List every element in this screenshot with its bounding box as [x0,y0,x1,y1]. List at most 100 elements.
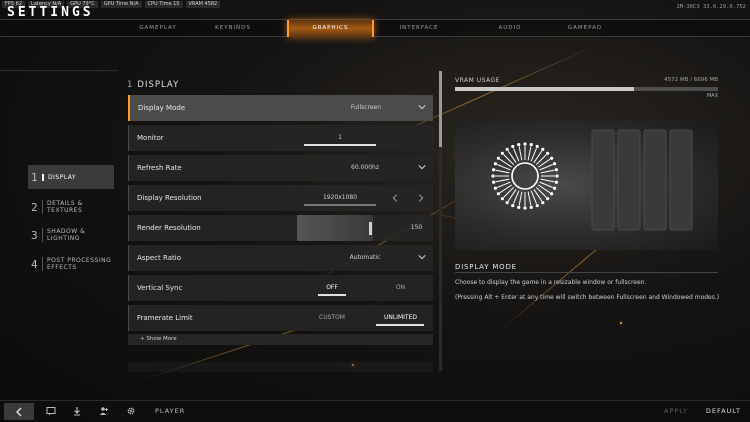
vram-usage-fill [455,87,634,91]
chat-icon[interactable] [45,405,57,417]
nav-divider [0,70,118,71]
option-label: ON [395,284,406,291]
tab-interface[interactable]: INTERFACE [379,20,459,37]
preview-art [491,129,693,231]
bars-logo-icon [591,129,693,231]
nav-label: POST PROCESSING EFFECTS [42,257,111,271]
setting-framerate-limit[interactable]: Framerate Limit CUSTOM UNLIMITED [128,305,433,331]
description-title: DISPLAY MODE [455,263,517,271]
section-title-text: DISPLAY [137,80,180,90]
gpu-time-stat: GPU Time N/A [100,1,142,8]
setting-display-mode[interactable]: Display Mode Fullscreen [128,95,433,121]
setting-label: Refresh Rate [137,164,182,172]
monitor-value: 1 [338,134,342,141]
tab-gamepad[interactable]: GAMEPAD [545,20,625,37]
faded-row [128,362,433,372]
tab-gameplay[interactable]: GAMEPLAY [118,20,198,37]
display-resolution-value: 1920x1080 [322,194,358,201]
tab-keybinds[interactable]: KEYBINDS [193,20,273,37]
setting-aspect-ratio[interactable]: Aspect Ratio Automatic [128,245,433,271]
nav-label: DISPLAY [42,173,76,181]
setting-label: Monitor [137,134,164,142]
description-line: Choose to display the game in a resizabl… [455,279,647,286]
setting-label: Aspect Ratio [137,254,181,262]
description-line: (Pressing Alt + Enter at any time will s… [455,294,720,301]
tab-audio[interactable]: AUDIO [470,20,550,37]
nav-label: SHADOW & LIGHTING [42,228,85,242]
option-label: CUSTOM [319,314,345,321]
nav-label-line: SHADOW & [47,228,86,235]
chevron-down-icon [418,105,426,110]
framerate-unlimited-option[interactable]: UNLIMITED [365,305,434,331]
description-text: Choose to display the game in a resizabl… [455,278,720,302]
render-resolution-slider[interactable] [297,215,373,241]
nav-item-shadow-lighting[interactable]: 3 SHADOW & LIGHTING [28,223,114,247]
download-icon[interactable] [71,405,83,417]
setting-refresh-rate[interactable]: Refresh Rate 60.000hz [128,155,433,181]
vsync-on-option[interactable]: ON [365,275,434,301]
page-title: SETTINGS [7,5,94,20]
player-label[interactable]: PLAYER [155,401,185,422]
vram-label: VRAM USAGE [455,77,500,84]
refresh-rate-value: 60.000hz [351,164,379,171]
setting-vertical-sync[interactable]: Vertical Sync OFF ON [128,275,433,301]
setting-label: Display Mode [138,104,186,112]
vram-stat: VRAM 4582 [185,1,221,8]
vram-usage-bar [455,87,718,91]
nav-label-line: LIGHTING [47,235,80,242]
setting-monitor[interactable]: Monitor 1 [128,125,433,151]
nav-label-line: EFFECTS [47,264,77,271]
display-resolution-field[interactable]: 1920x1080 [297,185,381,211]
chevron-left-icon [392,194,397,202]
vram-value: 4572 MB / 6696 MB [664,77,718,83]
monitor-field[interactable]: 1 [297,125,381,151]
version-label: 2M-36C3 33.0.29.0.752 [676,4,746,10]
setting-display-resolution[interactable]: Display Resolution 1920x1080 [128,185,433,211]
nav-label: DETAILS & TEXTURES [42,200,83,214]
aspect-ratio-value: Automatic [349,254,381,261]
vsync-off-option[interactable]: OFF [297,275,365,301]
monitor-empty-cell [381,125,434,151]
gear-icon[interactable] [125,405,137,417]
prev-button[interactable] [381,185,407,211]
chevron-right-icon [419,194,424,202]
friends-icon[interactable] [98,405,110,417]
nav-number: 3 [31,228,38,242]
back-button[interactable] [4,403,34,420]
apply-button[interactable]: APPLY [664,401,688,422]
sunburst-icon [491,142,559,210]
setting-label: Vertical Sync [137,284,183,292]
chevron-down-icon [418,165,426,170]
display-preview-image [455,120,718,250]
nav-item-details-textures[interactable]: 2 DETAILS & TEXTURES [28,195,114,219]
selected-underline [376,324,424,326]
bottom-bar: PLAYER APPLY DEFAULT [0,400,750,422]
nav-number: 4 [31,257,38,271]
framerate-custom-option[interactable]: CUSTOM [297,305,365,331]
default-button[interactable]: DEFAULT [706,401,741,422]
nav-number: 2 [31,200,38,214]
setting-label: Render Resolution [137,224,201,232]
slider-handle[interactable] [369,222,372,235]
setting-render-resolution[interactable]: Render Resolution 150 [128,215,433,241]
section-title: 1 DISPLAY [127,80,179,90]
show-more-button[interactable]: + Show More [128,334,433,345]
nav-label-line: POST PROCESSING [47,257,112,264]
cpu-time-stat: CPU Time 15 [144,1,183,8]
option-label: UNLIMITED [383,314,417,321]
vram-max-label: MAX [706,93,718,99]
nav-item-post-processing[interactable]: 4 POST PROCESSING EFFECTS [28,252,114,276]
tab-graphics[interactable]: GRAPHICS [287,20,374,37]
nav-item-display[interactable]: 1 DISPLAY [28,165,114,189]
setting-label: Display Resolution [137,194,202,202]
scrollbar-thumb[interactable] [439,71,442,147]
back-arrow-icon [16,407,22,416]
selected-underline [318,294,346,296]
chevron-down-icon [418,255,426,260]
next-button[interactable] [407,185,434,211]
option-label: OFF [326,284,338,291]
display-mode-value: Fullscreen [350,104,382,111]
monitor-underline [304,144,376,146]
setting-label: Framerate Limit [137,314,193,322]
section-number: 1 [127,80,134,90]
